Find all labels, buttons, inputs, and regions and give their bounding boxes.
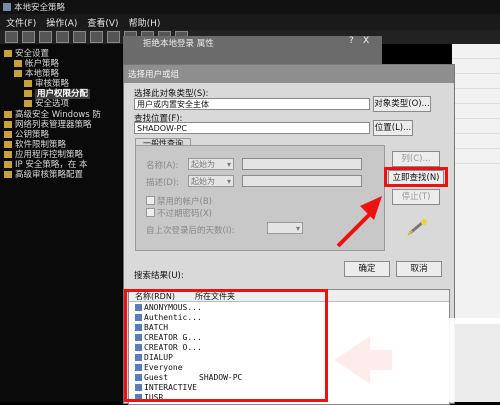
cut-icon[interactable] <box>73 31 86 43</box>
watermark <box>330 318 500 402</box>
list-item[interactable] <box>452 134 500 149</box>
menu-help[interactable]: 帮助(H) <box>129 16 161 29</box>
ok-button[interactable]: 确定 <box>344 261 390 277</box>
description-input[interactable] <box>242 175 362 187</box>
list-item[interactable] <box>452 44 500 59</box>
back-icon[interactable] <box>5 31 18 43</box>
object-type-field: 用户或内置安全主体 <box>134 98 370 110</box>
list-item[interactable] <box>452 74 500 89</box>
security-icon <box>4 50 12 57</box>
window-title: 本地安全策略 <box>14 3 66 13</box>
stop-button[interactable]: 停止(T) <box>392 189 440 205</box>
list-item[interactable] <box>452 59 500 74</box>
list-item[interactable] <box>452 119 500 134</box>
close-icon[interactable]: X <box>363 36 369 46</box>
results-label: 搜索结果(U): <box>134 271 184 281</box>
cancel-button[interactable]: 取消 <box>396 261 442 277</box>
list-item[interactable] <box>452 149 500 164</box>
description-match-select[interactable]: 起始为 <box>188 175 234 188</box>
menu-bar: 文件(F) 操作(A) 查看(V) 帮助(H) <box>0 14 500 30</box>
find-now-highlight <box>384 167 448 187</box>
locations-button[interactable]: 位置(L)... <box>373 120 413 136</box>
menu-view[interactable]: 查看(V) <box>87 16 118 29</box>
delete-icon[interactable] <box>107 31 120 43</box>
show-tree-icon[interactable] <box>56 31 69 43</box>
forward-icon[interactable] <box>22 31 35 43</box>
folder-icon <box>4 141 12 148</box>
folder-icon <box>4 121 12 128</box>
menu-action[interactable]: 操作(A) <box>46 16 77 29</box>
app-icon <box>3 3 11 11</box>
tree-pane: 安全设置 帐户策略 本地策略 审核策略 用户权限分配 安全选项 高级安全 Win… <box>0 44 122 402</box>
search-flashlight-icon <box>407 219 427 236</box>
folder-icon <box>4 171 12 178</box>
days-since-logon-select[interactable] <box>267 222 303 235</box>
list-item[interactable] <box>452 104 500 119</box>
non-expiring-label: 不过期密码(X) <box>157 209 212 219</box>
folder-icon <box>4 151 12 158</box>
properties-dialog-title: 拒绝本地登录 属性 <box>143 39 214 49</box>
description-label: 描述(D): <box>146 178 180 188</box>
folder-icon <box>4 131 12 138</box>
days-since-logon-label: 自上次登录后的天数(I): <box>146 226 235 236</box>
dialog-titlebar: 选择用户或组 <box>124 65 454 83</box>
copy-icon[interactable] <box>90 31 103 43</box>
policy-list-pane <box>452 44 500 324</box>
name-input[interactable] <box>242 158 362 170</box>
folder-icon <box>14 60 22 67</box>
dialog-title: 选择用户或组 <box>128 70 180 80</box>
disabled-accounts-label: 禁用的帐户(B) <box>157 197 212 207</box>
columns-button[interactable]: 列(C)... <box>392 151 440 167</box>
menu-file[interactable]: 文件(F) <box>6 16 36 29</box>
window-titlebar: 本地安全策略 <box>0 0 500 14</box>
up-icon[interactable] <box>39 31 52 43</box>
name-label: 名称(A): <box>146 161 179 171</box>
folder-icon <box>24 80 32 87</box>
folder-icon <box>14 70 22 77</box>
object-types-button[interactable]: 对象类型(O)... <box>373 96 431 112</box>
list-item[interactable] <box>452 89 500 104</box>
disabled-accounts-checkbox[interactable] <box>146 196 155 205</box>
non-expiring-checkbox[interactable] <box>146 208 155 217</box>
firewall-icon <box>4 111 12 118</box>
folder-icon <box>24 100 32 107</box>
name-match-select[interactable]: 起始为 <box>188 158 234 171</box>
help-icon[interactable]: ? <box>349 36 354 46</box>
results-highlight-box <box>124 289 328 402</box>
location-field: SHADOW-PC <box>134 122 370 134</box>
ip-security-icon <box>4 161 12 168</box>
folder-icon <box>24 90 32 97</box>
tree-item[interactable]: 高级审核策略配置 <box>4 168 83 180</box>
